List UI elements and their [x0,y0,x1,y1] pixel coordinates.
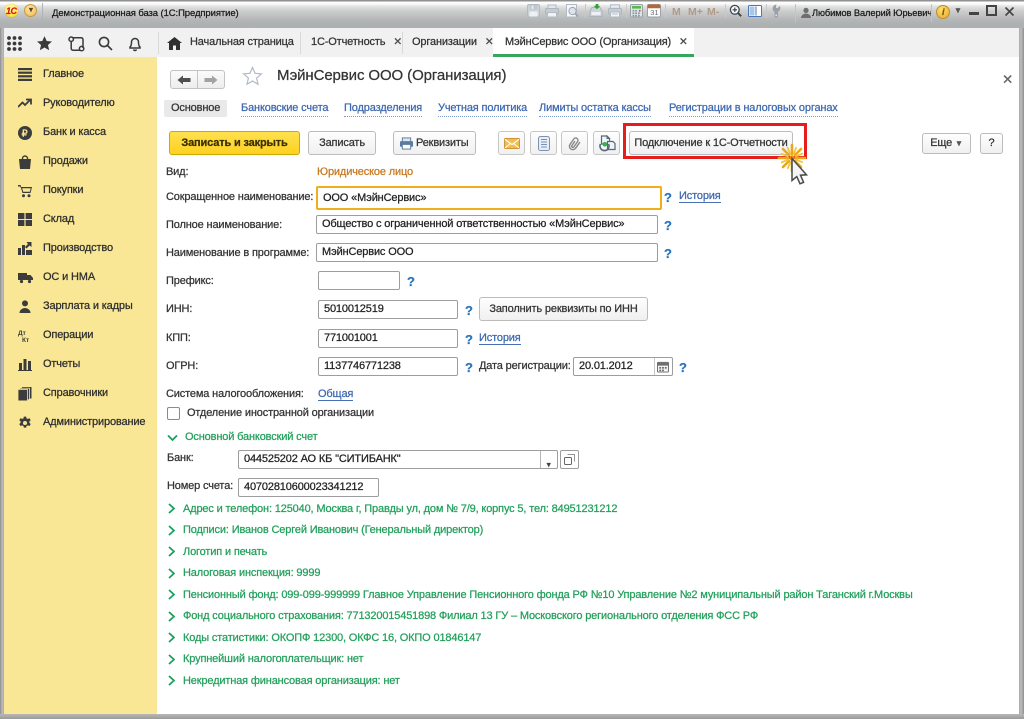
svg-text:M: M [672,6,681,18]
svg-text:31: 31 [650,8,658,17]
svg-text:M-: M- [707,6,720,18]
svg-text:M+: M+ [688,6,703,18]
svg-text:Дт: Дт [18,330,26,337]
svg-text:Кт: Кт [22,337,29,343]
svg-text:₽: ₽ [22,128,29,139]
